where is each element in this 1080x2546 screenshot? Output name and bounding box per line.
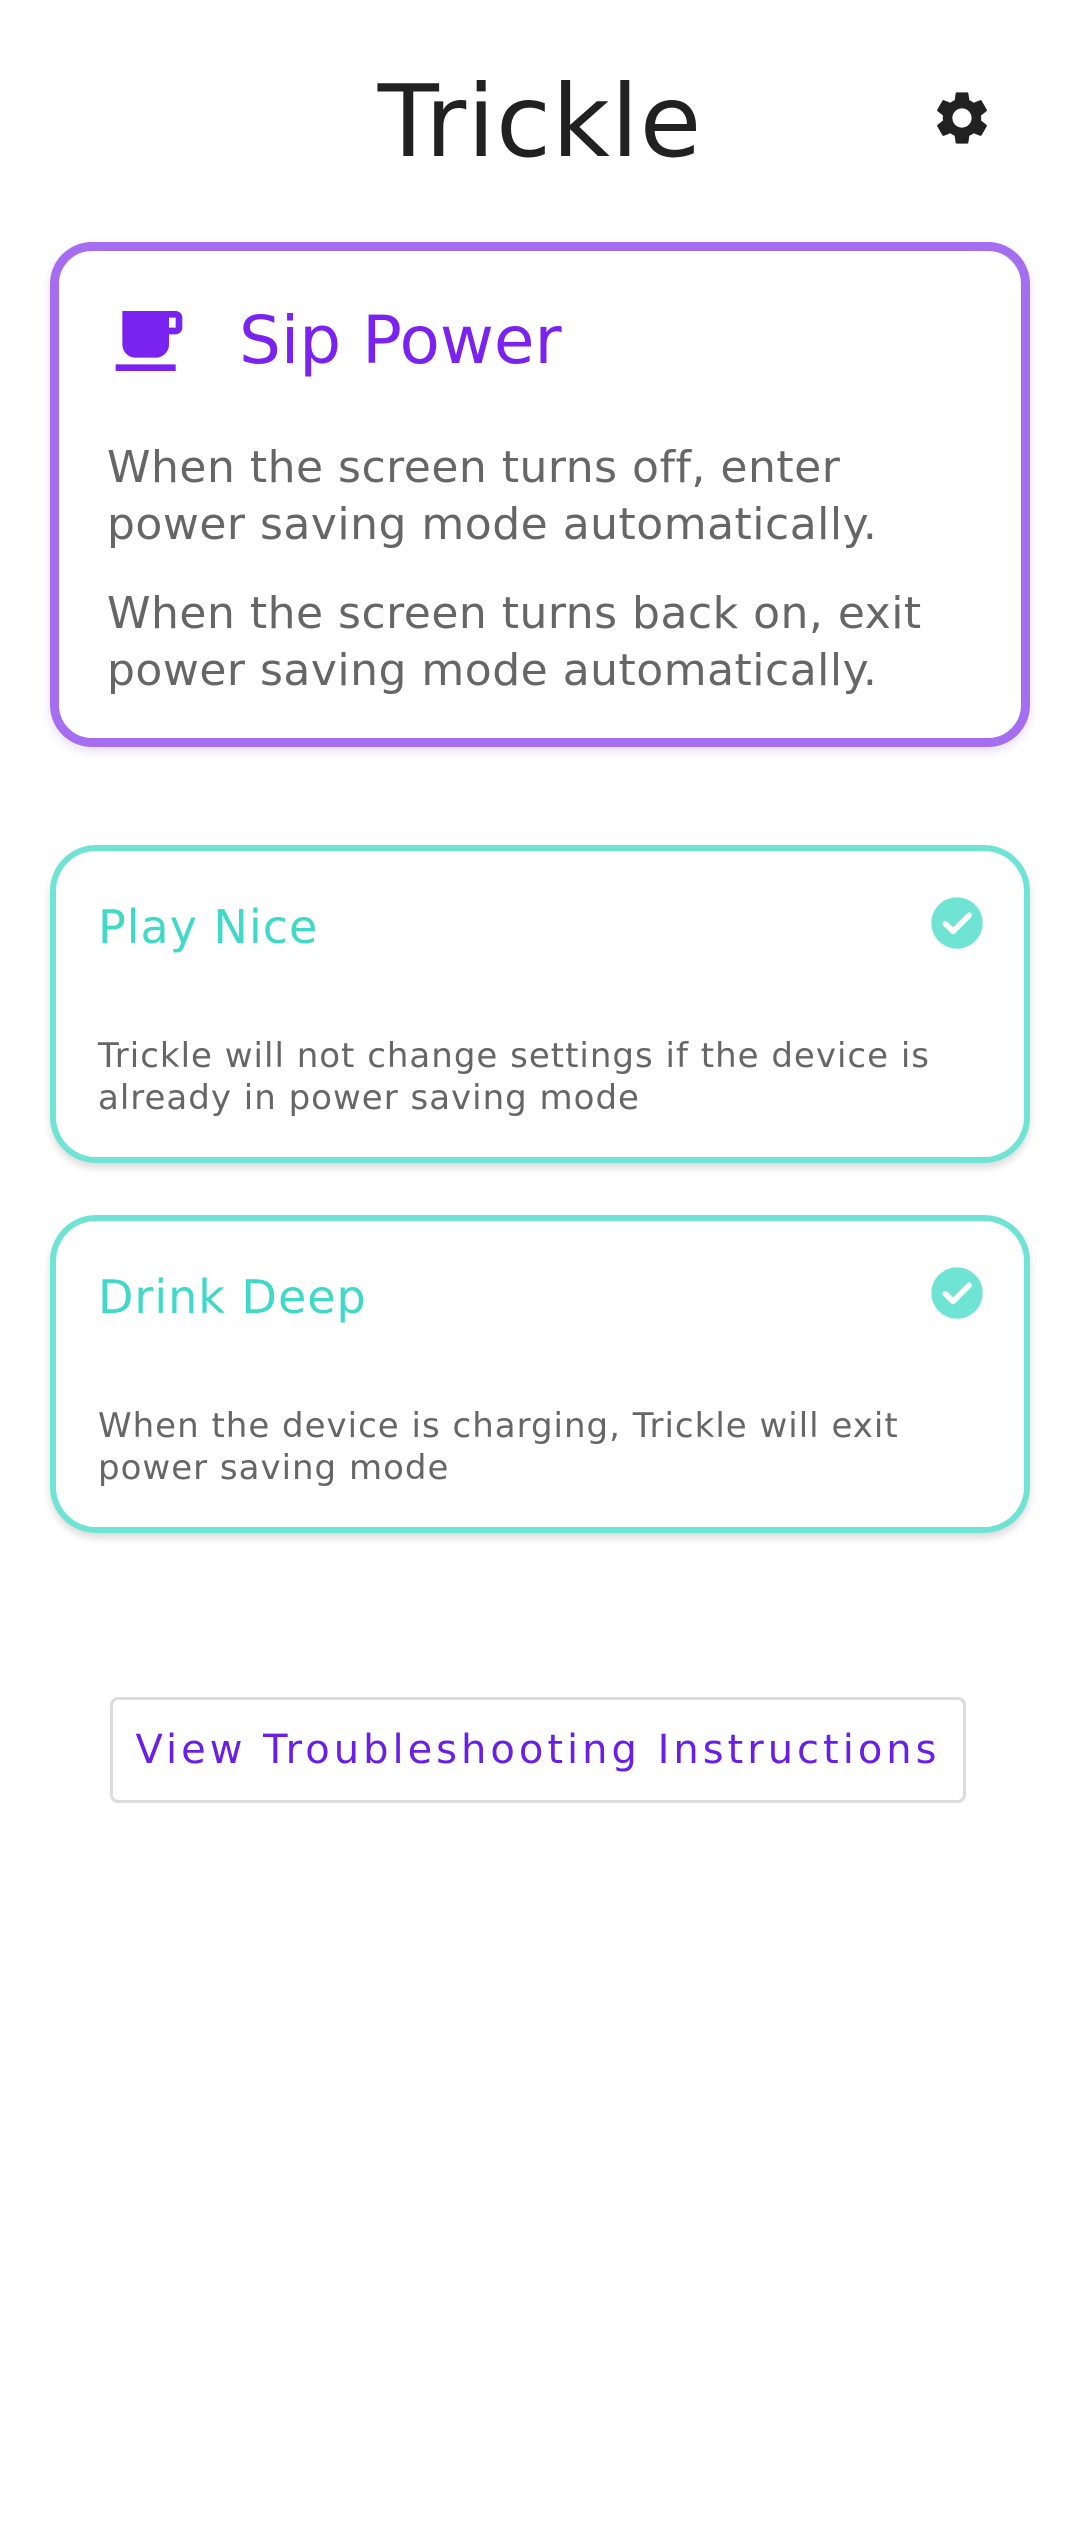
drink-deep-checkbox[interactable] [929,1265,985,1321]
sip-power-description-off: When the screen turns off, enter power s… [107,442,878,550]
settings-button[interactable] [922,78,1002,158]
drink-deep-description: When the device is charging, Trickle wil… [98,1406,899,1488]
play-nice-title: Play Nice [98,900,319,954]
play-nice-option-card[interactable]: Play Nice Trickle will not change settin… [50,845,1030,1163]
drink-deep-title: Drink Deep [98,1270,367,1324]
drink-deep-option-card[interactable]: Drink Deep When the device is charging, … [50,1215,1030,1533]
sip-power-title: Sip Power [239,302,562,379]
check-circle-icon [931,897,983,949]
sip-power-card[interactable]: Sip Power When the screen turns off, ent… [50,242,1030,747]
sip-power-icon-wrap [109,301,189,381]
sip-power-description-on: When the screen turns back on, exit powe… [107,588,922,696]
play-nice-checkbox[interactable] [929,895,985,951]
gear-icon [937,92,987,144]
check-circle-icon [931,1267,983,1319]
app-title: Trickle [377,63,703,180]
play-nice-description: Trickle will not change settings if the … [98,1036,930,1118]
view-troubleshooting-button[interactable]: View Troubleshooting Instructions [110,1697,966,1803]
coffee-cup-icon [115,311,183,371]
